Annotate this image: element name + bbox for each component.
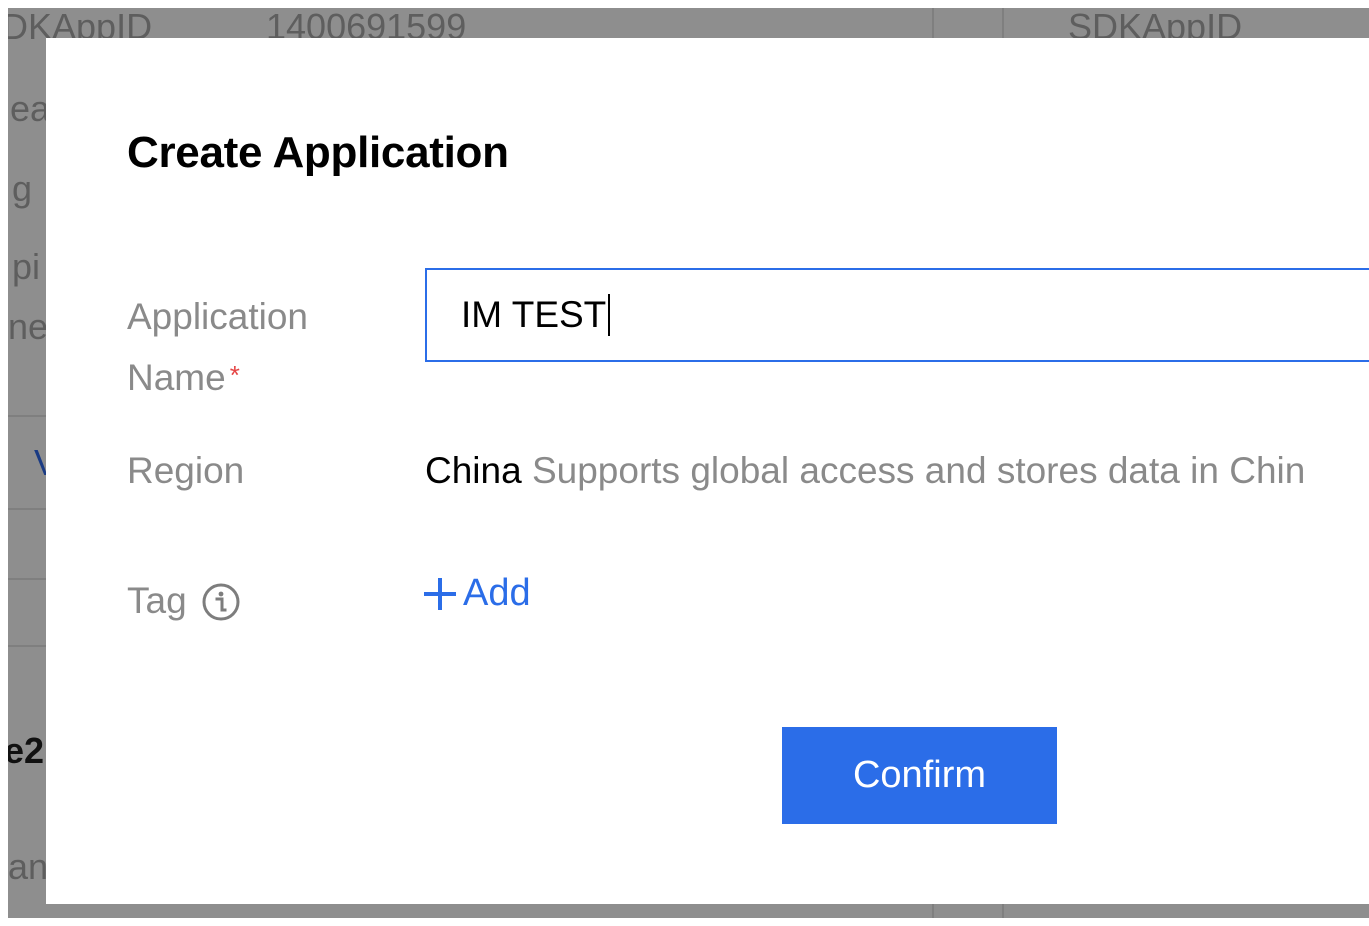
region-description: Supports global access and stores data i… [531, 450, 1306, 491]
add-tag-link[interactable]: Add [423, 572, 531, 615]
dialog-title: Create Application [127, 128, 509, 177]
plus-icon [424, 577, 456, 610]
region-name: China [425, 450, 522, 491]
bg-fragment: g [12, 168, 33, 209]
app-name-label-line2: Name * [127, 346, 308, 407]
info-icon[interactable] [202, 583, 240, 621]
confirm-button[interactable]: Confirm [782, 727, 1057, 824]
bg-divider [932, 904, 934, 918]
bg-divider [8, 645, 48, 647]
bg-fragment: pi [12, 246, 41, 287]
region-label: Region [127, 450, 245, 491]
bg-divider [932, 8, 934, 38]
bg-divider [8, 508, 48, 510]
bg-fragment: e2 [8, 730, 45, 771]
create-application-dialog: Create Application Application Name * IM … [46, 38, 1369, 904]
app-name-input[interactable]: IM TEST [425, 268, 1369, 362]
bg-fragment: ea [10, 88, 51, 129]
bg-divider [8, 415, 48, 417]
bg-divider [1002, 904, 1004, 918]
app-name-label: Application Name * [127, 288, 308, 407]
bg-divider [1002, 8, 1004, 38]
text-caret [608, 294, 611, 336]
tag-label: Tag [127, 580, 187, 621]
required-mark: * [229, 360, 240, 390]
app-name-label-text: Name [127, 357, 226, 398]
region-value: China Supports global access and stores … [425, 442, 1305, 500]
add-tag-label: Add [463, 572, 531, 614]
app-name-value: IM TEST [461, 294, 607, 335]
bg-fragment: an [8, 846, 49, 887]
bg-fragment: ne [8, 306, 49, 347]
app-name-label-line1: Application [127, 296, 309, 337]
bg-divider [8, 578, 48, 580]
